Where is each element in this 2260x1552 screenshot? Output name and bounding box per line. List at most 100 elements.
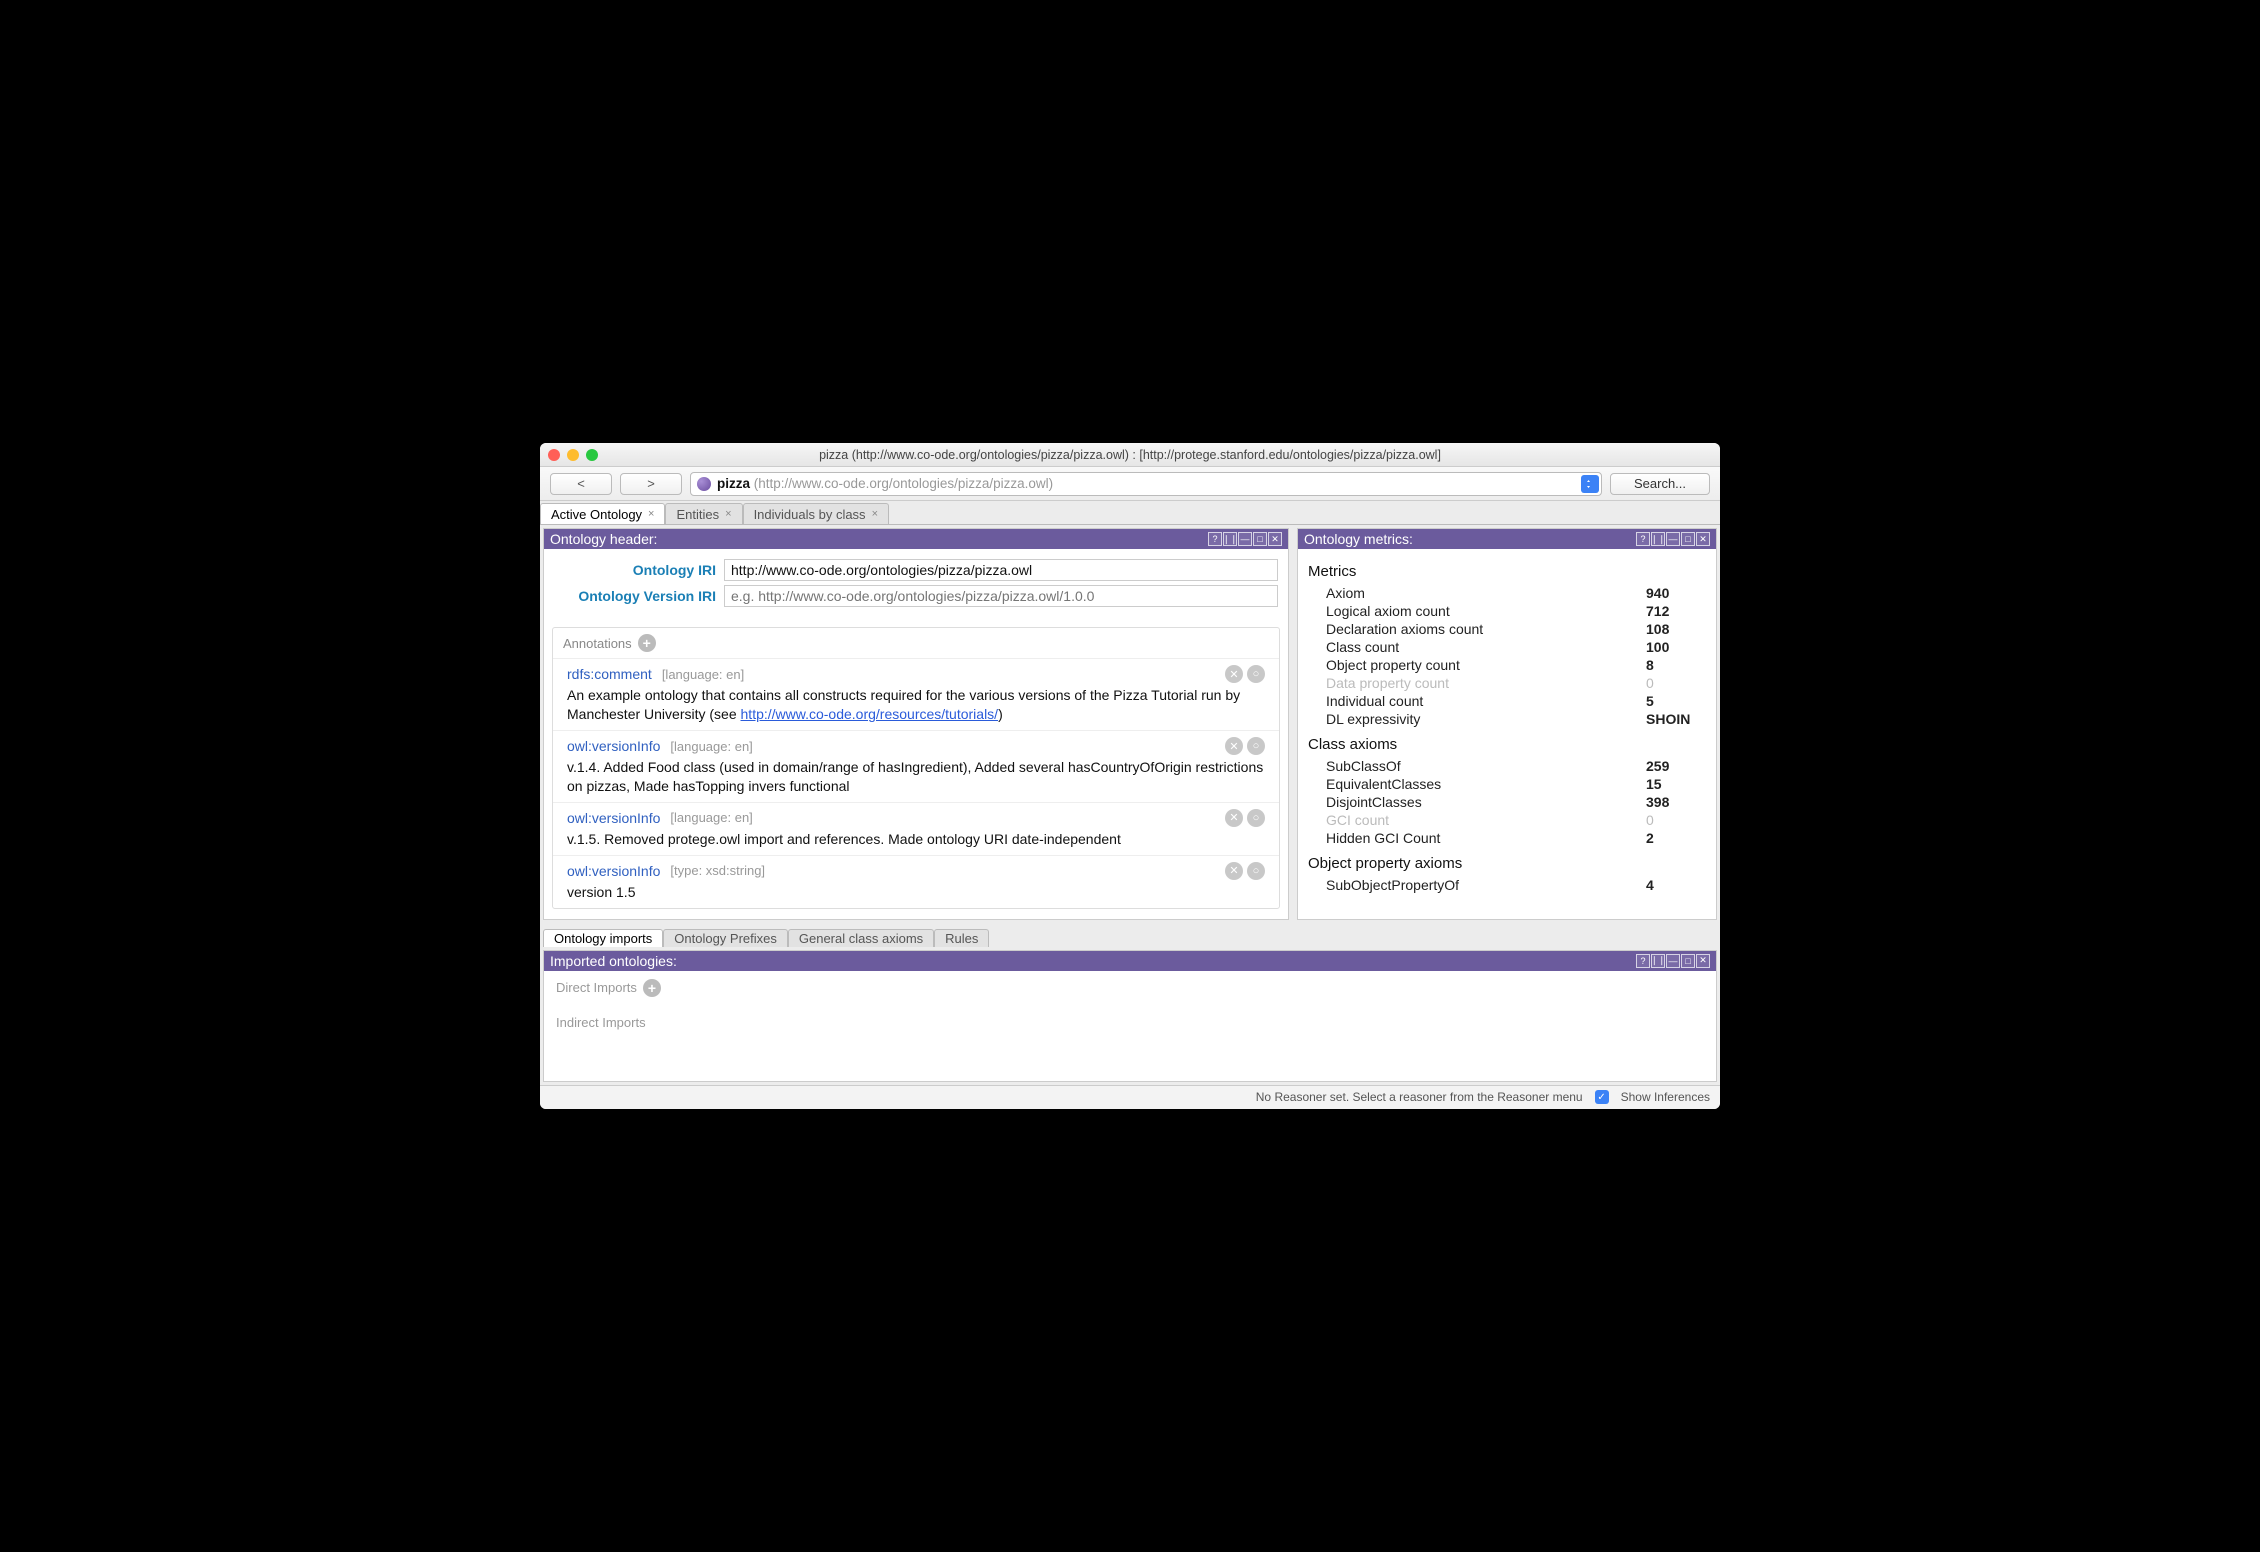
delete-annotation-icon[interactable]: ✕ bbox=[1225, 862, 1243, 880]
tab-active-ontology[interactable]: Active Ontology × bbox=[540, 503, 665, 524]
metrics-section-heading: Metrics bbox=[1308, 563, 1706, 580]
panel-maximize-icon[interactable]: □ bbox=[1681, 954, 1695, 968]
close-tab-icon[interactable]: × bbox=[872, 508, 878, 520]
metric-value: 8 bbox=[1646, 657, 1706, 673]
status-message: No Reasoner set. Select a reasoner from … bbox=[1256, 1090, 1583, 1104]
close-tab-icon[interactable]: × bbox=[648, 508, 654, 520]
tab-general-class-axioms[interactable]: General class axioms bbox=[788, 929, 934, 947]
ontology-address-bar[interactable]: pizza (http://www.co-ode.org/ontologies/… bbox=[690, 472, 1602, 496]
metric-key: Declaration axioms count bbox=[1326, 621, 1483, 637]
add-annotation-button[interactable]: + bbox=[638, 634, 656, 652]
annotation-body: v.1.4. Added Food class (used in domain/… bbox=[567, 758, 1265, 796]
metric-value: 0 bbox=[1646, 812, 1706, 828]
panel-close-icon[interactable]: ✕ bbox=[1268, 532, 1282, 546]
annotation-ring-icon[interactable]: ○ bbox=[1247, 862, 1265, 880]
metrics-body: Metrics Axiom940Logical axiom count712De… bbox=[1298, 549, 1716, 906]
panel-close-icon[interactable]: ✕ bbox=[1696, 954, 1710, 968]
annotation-ring-icon[interactable]: ○ bbox=[1247, 665, 1265, 683]
metric-row: DL expressivitySHOIN bbox=[1308, 710, 1706, 728]
metric-key: EquivalentClasses bbox=[1326, 776, 1441, 792]
annotation-key: owl:versionInfo bbox=[567, 738, 660, 754]
panel-pin-icon[interactable]: ❘❘ bbox=[1223, 532, 1237, 546]
metric-value: 398 bbox=[1646, 794, 1706, 810]
annotation-tag: [type: xsd:string] bbox=[670, 863, 765, 878]
main-tabstrip: Active Ontology×Entities×Individuals by … bbox=[540, 501, 1720, 525]
back-button[interactable]: < bbox=[550, 473, 612, 495]
delete-annotation-icon[interactable]: ✕ bbox=[1225, 809, 1243, 827]
toolbar: < > pizza (http://www.co-ode.org/ontolog… bbox=[540, 467, 1720, 501]
ontology-version-iri-input[interactable] bbox=[724, 585, 1278, 607]
tab-rules[interactable]: Rules bbox=[934, 929, 989, 947]
annotation-ring-icon[interactable]: ○ bbox=[1247, 737, 1265, 755]
panel-help-icon[interactable]: ? bbox=[1636, 532, 1650, 546]
tab-label: Individuals by class bbox=[754, 507, 866, 522]
annotation-item: rdfs:comment[language: en]✕○An example o… bbox=[553, 658, 1279, 730]
metric-key: SubClassOf bbox=[1326, 758, 1401, 774]
metric-row: Logical axiom count712 bbox=[1308, 602, 1706, 620]
lower-tabstrip: Ontology importsOntology PrefixesGeneral… bbox=[540, 923, 1720, 947]
metric-row: DisjointClasses 398 bbox=[1308, 793, 1706, 811]
address-dropdown-icon[interactable] bbox=[1581, 475, 1599, 493]
panel-title: Ontology metrics: bbox=[1304, 531, 1413, 547]
panel-maximize-icon[interactable]: □ bbox=[1253, 532, 1267, 546]
metric-key: DisjointClasses bbox=[1326, 794, 1422, 810]
ontology-icon bbox=[697, 477, 711, 491]
metric-key: Hidden GCI Count bbox=[1326, 830, 1440, 846]
metric-value: 100 bbox=[1646, 639, 1706, 655]
metric-key: Class count bbox=[1326, 639, 1399, 655]
panel-pin-icon[interactable]: ❘❘ bbox=[1651, 954, 1665, 968]
address-name: pizza bbox=[717, 476, 750, 491]
close-tab-icon[interactable]: × bbox=[725, 508, 731, 520]
tab-individuals-by-class[interactable]: Individuals by class × bbox=[743, 503, 889, 524]
tab-entities[interactable]: Entities× bbox=[665, 503, 742, 524]
delete-annotation-icon[interactable]: ✕ bbox=[1225, 737, 1243, 755]
imported-ontologies-panel: Imported ontologies: ? ❘❘ — □ ✕ Direct I… bbox=[543, 950, 1717, 1082]
metric-row: Object property count 8 bbox=[1308, 656, 1706, 674]
annotation-key: owl:versionInfo bbox=[567, 810, 660, 826]
add-direct-import-button[interactable]: + bbox=[643, 979, 661, 997]
annotation-tag: [language: en] bbox=[670, 810, 752, 825]
delete-annotation-icon[interactable]: ✕ bbox=[1225, 665, 1243, 683]
show-inferences-label: Show Inferences bbox=[1621, 1090, 1710, 1104]
address-path: (http://www.co-ode.org/ontologies/pizza/… bbox=[754, 476, 1053, 491]
panel-controls: ? ❘❘ — □ ✕ bbox=[1636, 532, 1710, 546]
panel-help-icon[interactable]: ? bbox=[1636, 954, 1650, 968]
search-button[interactable]: Search... bbox=[1610, 473, 1710, 495]
window-title: pizza (http://www.co-ode.org/ontologies/… bbox=[540, 448, 1720, 462]
app-window: pizza (http://www.co-ode.org/ontologies/… bbox=[540, 443, 1720, 1108]
direct-imports-label: Direct Imports bbox=[556, 980, 637, 995]
panel-help-icon[interactable]: ? bbox=[1208, 532, 1222, 546]
panel-minimize-icon[interactable]: — bbox=[1238, 532, 1252, 546]
metric-key: Logical axiom count bbox=[1326, 603, 1450, 619]
metric-value: 259 bbox=[1646, 758, 1706, 774]
panel-close-icon[interactable]: ✕ bbox=[1696, 532, 1710, 546]
annotation-link[interactable]: http://www.co-ode.org/resources/tutorial… bbox=[741, 706, 999, 722]
indirect-imports-label: Indirect Imports bbox=[556, 1015, 646, 1030]
panel-pin-icon[interactable]: ❘❘ bbox=[1651, 532, 1665, 546]
metric-row: Axiom940 bbox=[1308, 584, 1706, 602]
panel-minimize-icon[interactable]: — bbox=[1666, 532, 1680, 546]
annotation-body: version 1.5 bbox=[567, 883, 1265, 902]
tab-label: Active Ontology bbox=[551, 507, 642, 522]
panel-maximize-icon[interactable]: □ bbox=[1681, 532, 1695, 546]
metric-value: 2 bbox=[1646, 830, 1706, 846]
forward-button[interactable]: > bbox=[620, 473, 682, 495]
metric-key: Object property count bbox=[1326, 657, 1460, 673]
metric-row: Class count 100 bbox=[1308, 638, 1706, 656]
metric-value: 15 bbox=[1646, 776, 1706, 792]
metric-row: Individual count5 bbox=[1308, 692, 1706, 710]
tab-ontology-prefixes[interactable]: Ontology Prefixes bbox=[663, 929, 788, 947]
annotation-tag: [language: en] bbox=[662, 667, 744, 682]
metric-value: 5 bbox=[1646, 693, 1706, 709]
panel-title: Ontology header: bbox=[550, 531, 657, 547]
annotation-item: owl:versionInfo[language: en]✕○v.1.4. Ad… bbox=[553, 730, 1279, 802]
annotation-ring-icon[interactable]: ○ bbox=[1247, 809, 1265, 827]
show-inferences-checkbox[interactable]: ✓ bbox=[1595, 1090, 1609, 1104]
ontology-iri-input[interactable] bbox=[724, 559, 1278, 581]
panel-minimize-icon[interactable]: — bbox=[1666, 954, 1680, 968]
tab-ontology-imports[interactable]: Ontology imports bbox=[543, 929, 663, 947]
statusbar: No Reasoner set. Select a reasoner from … bbox=[540, 1085, 1720, 1109]
annotations-section: Annotations + rdfs:comment[language: en]… bbox=[552, 627, 1280, 908]
metrics-section-heading: Object property axioms bbox=[1308, 855, 1706, 872]
metric-value: 108 bbox=[1646, 621, 1706, 637]
